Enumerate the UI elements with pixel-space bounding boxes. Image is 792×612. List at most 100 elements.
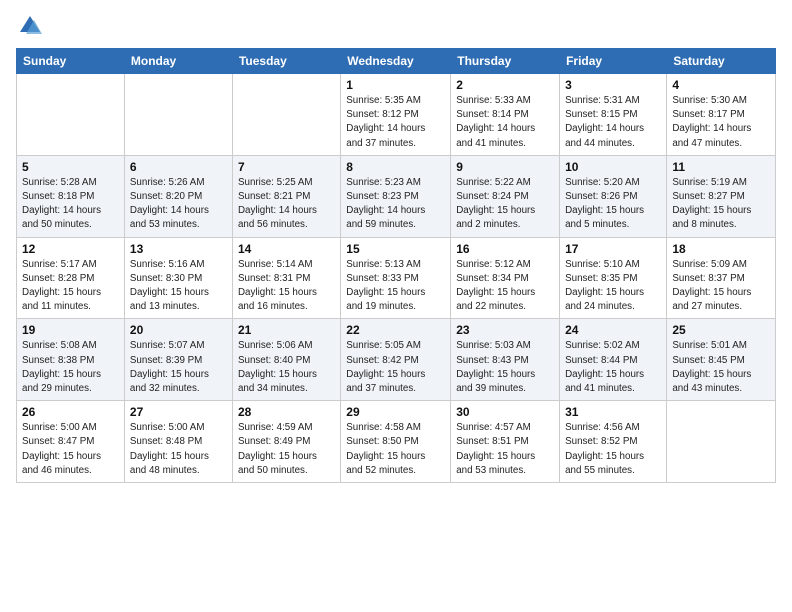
day-info: Sunrise: 5:13 AM Sunset: 8:33 PM Dayligh…	[346, 258, 445, 315]
calendar-cell: 29 Sunrise: 4:58 AM Sunset: 8:50 PM Dayli…	[341, 401, 451, 483]
day-info: Sunrise: 5:14 AM Sunset: 8:31 PM Dayligh…	[238, 258, 335, 315]
page: SundayMondayTuesdayWednesdayThursdayFrid…	[0, 0, 792, 491]
calendar-cell: 21 Sunrise: 5:06 AM Sunset: 8:40 PM Dayli…	[232, 319, 340, 401]
weekday-header-saturday: Saturday	[667, 49, 776, 74]
calendar-cell	[124, 74, 232, 156]
calendar-cell: 24Sunrise: 5:02 AM Sunset: 8:44 PM Dayli…	[560, 319, 667, 401]
day-number: 11	[672, 160, 770, 174]
calendar-cell: 23Sunrise: 5:03 AM Sunset: 8:43 PM Dayli…	[451, 319, 560, 401]
day-info: Sunrise: 5:10 AM Sunset: 8:35 PM Dayligh…	[565, 258, 661, 315]
calendar-cell: 15 Sunrise: 5:13 AM Sunset: 8:33 PM Dayli…	[341, 237, 451, 319]
calendar-cell: 31Sunrise: 4:56 AM Sunset: 8:52 PM Dayli…	[560, 401, 667, 483]
day-info: Sunrise: 5:00 AM Sunset: 8:47 PM Dayligh…	[22, 421, 119, 478]
calendar-body: 1Sunrise: 5:35 AM Sunset: 8:12 PM Daylig…	[17, 74, 776, 483]
day-number: 16	[456, 242, 554, 256]
day-info: Sunrise: 5:01 AM Sunset: 8:45 PM Dayligh…	[672, 339, 770, 396]
day-info: Sunrise: 5:23 AM Sunset: 8:23 PM Dayligh…	[346, 176, 445, 233]
calendar-cell: 5Sunrise: 5:28 AM Sunset: 8:18 PM Daylig…	[17, 155, 125, 237]
calendar-week-4: 19Sunrise: 5:08 AM Sunset: 8:38 PM Dayli…	[17, 319, 776, 401]
day-info: Sunrise: 5:17 AM Sunset: 8:28 PM Dayligh…	[22, 258, 119, 315]
calendar-cell: 4 Sunrise: 5:30 AM Sunset: 8:17 PM Daylig…	[667, 74, 776, 156]
day-info: Sunrise: 4:56 AM Sunset: 8:52 PM Dayligh…	[565, 421, 661, 478]
day-number: 21	[238, 323, 335, 337]
day-number: 29	[346, 405, 445, 419]
calendar-cell: 17 Sunrise: 5:10 AM Sunset: 8:35 PM Dayli…	[560, 237, 667, 319]
day-info: Sunrise: 5:12 AM Sunset: 8:34 PM Dayligh…	[456, 258, 554, 315]
day-number: 15	[346, 242, 445, 256]
day-info: Sunrise: 5:25 AM Sunset: 8:21 PM Dayligh…	[238, 176, 335, 233]
calendar-cell: 30 Sunrise: 4:57 AM Sunset: 8:51 PM Dayli…	[451, 401, 560, 483]
calendar-cell: 27 Sunrise: 5:00 AM Sunset: 8:48 PM Dayli…	[124, 401, 232, 483]
day-info: Sunrise: 4:59 AM Sunset: 8:49 PM Dayligh…	[238, 421, 335, 478]
day-number: 3	[565, 78, 661, 92]
calendar-cell: 1Sunrise: 5:35 AM Sunset: 8:12 PM Daylig…	[341, 74, 451, 156]
calendar: SundayMondayTuesdayWednesdayThursdayFrid…	[16, 48, 776, 483]
day-info: Sunrise: 4:57 AM Sunset: 8:51 PM Dayligh…	[456, 421, 554, 478]
calendar-cell: 18 Sunrise: 5:09 AM Sunset: 8:37 PM Dayli…	[667, 237, 776, 319]
weekday-header-friday: Friday	[560, 49, 667, 74]
day-number: 10	[565, 160, 661, 174]
calendar-cell	[667, 401, 776, 483]
logo	[16, 12, 48, 40]
calendar-cell: 9Sunrise: 5:22 AM Sunset: 8:24 PM Daylig…	[451, 155, 560, 237]
calendar-cell: 2 Sunrise: 5:33 AM Sunset: 8:14 PM Daylig…	[451, 74, 560, 156]
calendar-cell: 13 Sunrise: 5:16 AM Sunset: 8:30 PM Dayli…	[124, 237, 232, 319]
day-info: Sunrise: 5:09 AM Sunset: 8:37 PM Dayligh…	[672, 258, 770, 315]
calendar-cell: 25 Sunrise: 5:01 AM Sunset: 8:45 PM Dayli…	[667, 319, 776, 401]
calendar-week-1: 1Sunrise: 5:35 AM Sunset: 8:12 PM Daylig…	[17, 74, 776, 156]
day-info: Sunrise: 5:26 AM Sunset: 8:20 PM Dayligh…	[130, 176, 227, 233]
calendar-cell: 28Sunrise: 4:59 AM Sunset: 8:49 PM Dayli…	[232, 401, 340, 483]
day-number: 25	[672, 323, 770, 337]
calendar-cell: 22 Sunrise: 5:05 AM Sunset: 8:42 PM Dayli…	[341, 319, 451, 401]
calendar-week-3: 12Sunrise: 5:17 AM Sunset: 8:28 PM Dayli…	[17, 237, 776, 319]
calendar-week-5: 26 Sunrise: 5:00 AM Sunset: 8:47 PM Dayli…	[17, 401, 776, 483]
day-info: Sunrise: 5:31 AM Sunset: 8:15 PM Dayligh…	[565, 94, 661, 151]
calendar-cell: 14Sunrise: 5:14 AM Sunset: 8:31 PM Dayli…	[232, 237, 340, 319]
weekday-header-tuesday: Tuesday	[232, 49, 340, 74]
weekday-header-sunday: Sunday	[17, 49, 125, 74]
day-number: 5	[22, 160, 119, 174]
weekday-header-monday: Monday	[124, 49, 232, 74]
day-info: Sunrise: 5:33 AM Sunset: 8:14 PM Dayligh…	[456, 94, 554, 151]
calendar-cell: 3 Sunrise: 5:31 AM Sunset: 8:15 PM Daylig…	[560, 74, 667, 156]
day-number: 9	[456, 160, 554, 174]
header	[16, 12, 776, 40]
weekday-header-wednesday: Wednesday	[341, 49, 451, 74]
calendar-cell: 7Sunrise: 5:25 AM Sunset: 8:21 PM Daylig…	[232, 155, 340, 237]
day-info: Sunrise: 5:07 AM Sunset: 8:39 PM Dayligh…	[130, 339, 227, 396]
weekday-header-thursday: Thursday	[451, 49, 560, 74]
day-number: 27	[130, 405, 227, 419]
day-number: 22	[346, 323, 445, 337]
day-info: Sunrise: 5:00 AM Sunset: 8:48 PM Dayligh…	[130, 421, 227, 478]
day-info: Sunrise: 5:30 AM Sunset: 8:17 PM Dayligh…	[672, 94, 770, 151]
calendar-cell	[232, 74, 340, 156]
calendar-cell: 8 Sunrise: 5:23 AM Sunset: 8:23 PM Daylig…	[341, 155, 451, 237]
calendar-cell: 11 Sunrise: 5:19 AM Sunset: 8:27 PM Dayli…	[667, 155, 776, 237]
day-number: 20	[130, 323, 227, 337]
day-number: 2	[456, 78, 554, 92]
day-info: Sunrise: 5:05 AM Sunset: 8:42 PM Dayligh…	[346, 339, 445, 396]
day-number: 30	[456, 405, 554, 419]
calendar-cell: 16 Sunrise: 5:12 AM Sunset: 8:34 PM Dayli…	[451, 237, 560, 319]
day-info: Sunrise: 5:08 AM Sunset: 8:38 PM Dayligh…	[22, 339, 119, 396]
day-info: Sunrise: 5:03 AM Sunset: 8:43 PM Dayligh…	[456, 339, 554, 396]
logo-icon	[16, 12, 44, 40]
day-number: 6	[130, 160, 227, 174]
calendar-header: SundayMondayTuesdayWednesdayThursdayFrid…	[17, 49, 776, 74]
calendar-cell: 12Sunrise: 5:17 AM Sunset: 8:28 PM Dayli…	[17, 237, 125, 319]
day-number: 13	[130, 242, 227, 256]
day-number: 18	[672, 242, 770, 256]
day-info: Sunrise: 4:58 AM Sunset: 8:50 PM Dayligh…	[346, 421, 445, 478]
day-info: Sunrise: 5:19 AM Sunset: 8:27 PM Dayligh…	[672, 176, 770, 233]
day-number: 26	[22, 405, 119, 419]
day-info: Sunrise: 5:35 AM Sunset: 8:12 PM Dayligh…	[346, 94, 445, 151]
day-number: 4	[672, 78, 770, 92]
day-number: 17	[565, 242, 661, 256]
calendar-week-2: 5Sunrise: 5:28 AM Sunset: 8:18 PM Daylig…	[17, 155, 776, 237]
day-number: 8	[346, 160, 445, 174]
day-info: Sunrise: 5:06 AM Sunset: 8:40 PM Dayligh…	[238, 339, 335, 396]
day-info: Sunrise: 5:16 AM Sunset: 8:30 PM Dayligh…	[130, 258, 227, 315]
weekday-row: SundayMondayTuesdayWednesdayThursdayFrid…	[17, 49, 776, 74]
calendar-cell: 19Sunrise: 5:08 AM Sunset: 8:38 PM Dayli…	[17, 319, 125, 401]
calendar-cell: 6 Sunrise: 5:26 AM Sunset: 8:20 PM Daylig…	[124, 155, 232, 237]
